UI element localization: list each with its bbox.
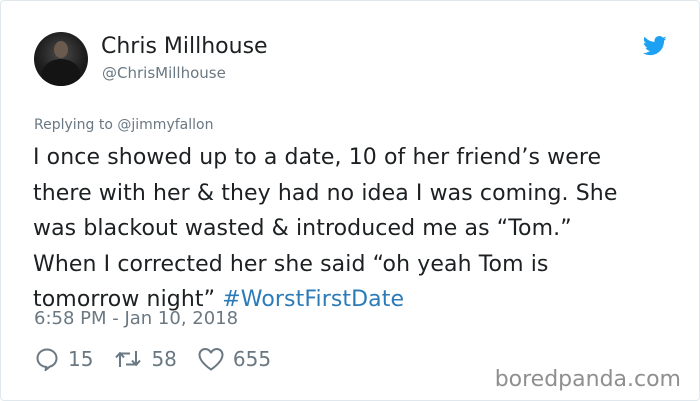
twitter-bird-icon[interactable] xyxy=(643,36,667,56)
tweet-card: Chris Millhouse @ChrisMillhouse Replying… xyxy=(0,0,700,401)
like-count: 655 xyxy=(232,347,272,371)
reply-mention-link[interactable]: @jimmyfallon xyxy=(117,117,213,133)
boredpanda-watermark: boredpanda.com xyxy=(494,367,681,392)
retweet-icon xyxy=(115,351,142,367)
avatar-shoulders xyxy=(42,59,80,86)
tweet-text: I once showed up to a date, 10 of her fr… xyxy=(33,140,673,318)
hashtag-link[interactable]: #WorstFirstDate xyxy=(222,287,404,312)
retweet-button[interactable]: 58 xyxy=(113,346,177,372)
replying-prefix: Replying to xyxy=(34,117,118,133)
replying-to: Replying to @jimmyfallon xyxy=(34,117,213,133)
tweet-line: was blackout wasted & introduced me as “… xyxy=(33,216,572,241)
tweet-line: When I corrected her she said “oh yeah T… xyxy=(33,251,549,277)
author-handle[interactable]: @ChrisMillhouse xyxy=(102,64,226,82)
reply-icon xyxy=(36,348,58,372)
timestamp-link[interactable]: 6:58 PM - Jan 10, 2018 xyxy=(34,308,238,329)
heart-icon xyxy=(198,348,224,371)
action-bar: 15 58 655 xyxy=(34,345,291,373)
avatar-face xyxy=(54,41,68,58)
tweet-line: I once showed up to a date, 10 of her fr… xyxy=(33,145,602,170)
tweet-line: there with her & they had no idea I was … xyxy=(33,180,618,206)
avatar[interactable] xyxy=(34,32,88,86)
reply-count: 15 xyxy=(68,347,94,371)
author-name[interactable]: Chris Millhouse xyxy=(101,34,268,59)
like-button[interactable]: 655 xyxy=(197,346,271,372)
reply-button[interactable]: 15 xyxy=(34,346,93,372)
retweet-count: 58 xyxy=(151,347,177,371)
